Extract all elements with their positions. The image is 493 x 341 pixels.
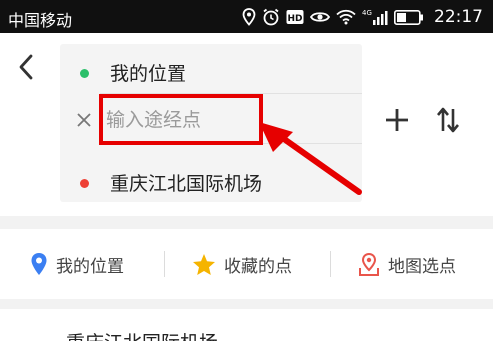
map-pin-icon — [359, 252, 379, 276]
network-label: 4G — [362, 9, 372, 17]
back-button[interactable] — [12, 51, 40, 83]
svg-text:HD: HD — [287, 14, 302, 24]
battery-icon — [394, 9, 423, 25]
close-icon — [77, 113, 91, 127]
origin-text: 我的位置 — [110, 63, 187, 85]
list-item[interactable]: 重庆江北国际机场 — [0, 309, 493, 341]
option-label: 地图选点 — [388, 256, 456, 277]
divider — [164, 251, 165, 277]
chevron-left-icon — [19, 54, 33, 80]
hd-icon: HD — [286, 10, 304, 24]
remove-waypoint-button[interactable] — [74, 109, 94, 131]
location-icon — [242, 8, 256, 26]
annotation-highlight-box — [99, 94, 263, 145]
result-title: 重庆江北国际机场 — [66, 328, 218, 341]
add-waypoint-button[interactable] — [382, 105, 412, 135]
option-label: 我的位置 — [56, 256, 124, 277]
option-label: 收藏的点 — [224, 256, 292, 277]
quick-options-bar: 我的位置 收藏的点 地图选点 — [0, 229, 493, 299]
option-map-select[interactable]: 地图选点 — [358, 251, 456, 277]
star-icon — [193, 253, 215, 275]
alarm-icon — [263, 8, 279, 26]
signal-icon: 4G — [362, 9, 388, 25]
destination-text: 重庆江北国际机场 — [110, 173, 263, 195]
status-icons: HD 4G 22:17 — [242, 6, 483, 28]
eye-icon — [310, 12, 330, 22]
location-pin-icon — [31, 253, 47, 275]
swap-route-button[interactable] — [434, 105, 462, 135]
option-favorites[interactable]: 收藏的点 — [192, 251, 292, 277]
origin-dot-icon — [80, 69, 89, 78]
divider — [330, 251, 331, 277]
plus-icon — [386, 109, 408, 131]
swap-icon — [437, 107, 459, 133]
origin-row[interactable]: 我的位置 — [60, 50, 362, 94]
clock: 22:17 — [434, 7, 483, 27]
annotation-arrow-icon — [259, 122, 362, 195]
option-my-location[interactable]: 我的位置 — [30, 251, 124, 277]
destination-dot-icon — [80, 179, 89, 188]
status-bar: 中国移动 HD 4G 22:17 — [0, 0, 493, 33]
carrier-name: 中国移动 — [8, 11, 73, 30]
wifi-icon — [336, 9, 356, 25]
